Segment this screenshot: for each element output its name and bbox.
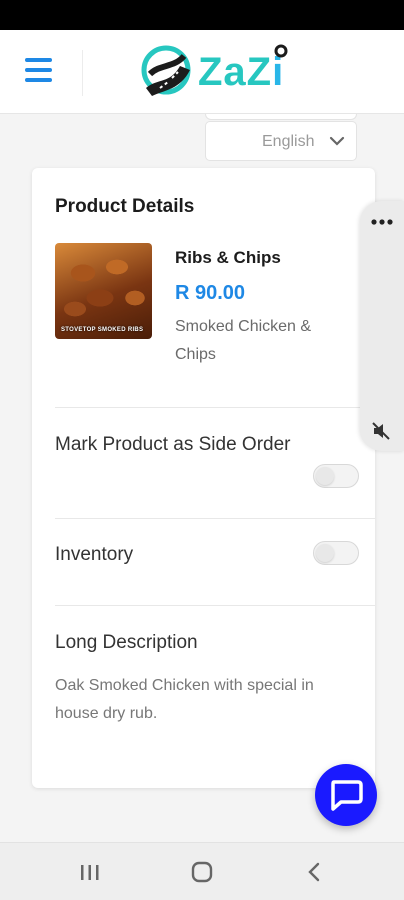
product-details-card: Product Details STOVETOP SMOKED RIBS Rib…	[32, 168, 375, 788]
back-icon[interactable]	[303, 861, 327, 883]
header-divider	[82, 50, 83, 96]
divider	[55, 605, 375, 606]
system-nav-bar	[0, 842, 404, 900]
app-header: ZaZi	[0, 30, 404, 114]
language-select-value: English	[262, 133, 315, 150]
road-logo-icon	[141, 45, 191, 96]
floating-side-panel	[360, 201, 404, 451]
brand-name: ZaZi	[198, 50, 284, 94]
chevron-down-icon	[329, 136, 345, 146]
product-image: STOVETOP SMOKED RIBS	[55, 243, 152, 339]
recent-apps-icon[interactable]	[78, 861, 102, 883]
brand-name-part1: ZaZ	[198, 50, 273, 94]
brand-logo[interactable]: ZaZi	[140, 44, 290, 100]
card-title: Product Details	[55, 196, 195, 217]
divider	[55, 518, 375, 519]
volume-mute-icon[interactable]	[371, 421, 391, 441]
product-short-description: Smoked Chicken & Chips	[175, 318, 312, 363]
top-strip	[205, 114, 357, 120]
long-description-text: Oak Smoked Chicken with special in house…	[55, 677, 314, 722]
divider	[55, 407, 375, 408]
product-image-caption: STOVETOP SMOKED RIBS	[61, 327, 144, 333]
more-horizontal-icon[interactable]	[370, 215, 394, 229]
side-order-toggle[interactable]	[313, 464, 359, 488]
home-icon[interactable]	[190, 861, 214, 883]
inventory-label: Inventory	[55, 544, 134, 565]
chat-button[interactable]	[315, 764, 377, 826]
status-bar	[0, 0, 404, 30]
side-order-label: Mark Product as Side Order	[55, 434, 291, 455]
long-description-label: Long Description	[55, 632, 198, 653]
location-pin-icon	[274, 44, 288, 58]
page-content: English Product Details STOVETOP SMOKED …	[0, 114, 404, 842]
product-name: Ribs & Chips	[175, 248, 281, 267]
product-price: R 90.00	[175, 282, 246, 304]
hamburger-menu-icon[interactable]	[22, 58, 56, 88]
chat-bubble-icon	[331, 780, 363, 811]
inventory-toggle[interactable]	[313, 541, 359, 565]
language-select[interactable]: English	[205, 121, 357, 161]
